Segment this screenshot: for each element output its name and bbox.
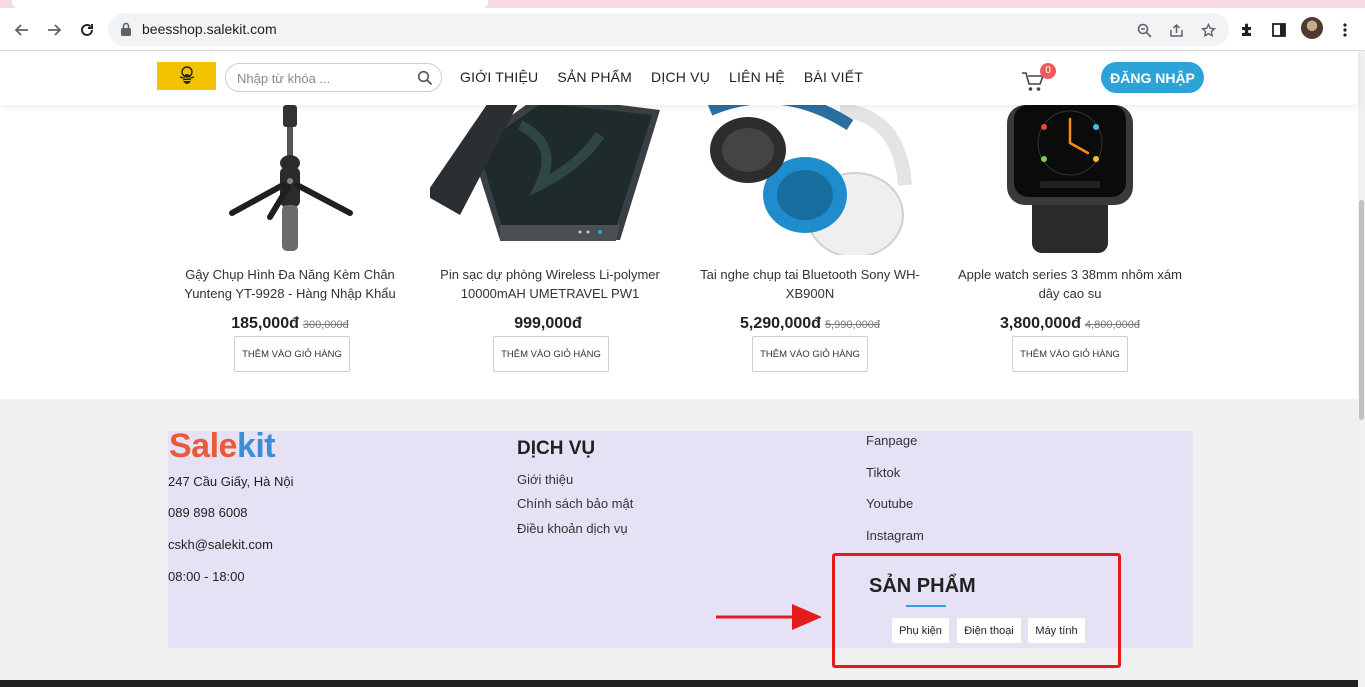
address-bar[interactable]: beesshop.salekit.com bbox=[108, 13, 1229, 46]
product-name[interactable]: Apple watch series 3 38mm nhôm xám dây c… bbox=[950, 265, 1190, 303]
search-box bbox=[225, 63, 442, 92]
footer-phone[interactable]: 089 898 6008 bbox=[168, 505, 248, 520]
bee-icon bbox=[179, 66, 194, 84]
browser-toolbar: beesshop.salekit.com bbox=[0, 8, 1365, 51]
footer-services-title: DỊCH VỤ bbox=[517, 438, 596, 459]
add-to-cart-button[interactable]: THÊM VÀO GIỎ HÀNG bbox=[752, 336, 868, 372]
product-price-row: 999,000đ bbox=[430, 315, 670, 333]
sidepanel-icon[interactable] bbox=[1266, 17, 1292, 43]
highlight-box bbox=[832, 553, 1121, 668]
footer-logo-part-2: kit bbox=[236, 427, 276, 465]
product-card[interactable]: Gậy Chụp Hình Đa Năng Kèm Chân Yunteng Y… bbox=[170, 105, 410, 399]
browser-tab-strip bbox=[0, 0, 1365, 8]
cart-count-badge: 0 bbox=[1040, 63, 1056, 79]
product-image-headphones[interactable] bbox=[690, 105, 930, 255]
site-header: GIỚI THIỆU SẢN PHẨM DỊCH VỤ LIÊN HỆ BÀI … bbox=[0, 51, 1358, 105]
footer-email[interactable]: cskh@salekit.com bbox=[168, 537, 273, 552]
footer-link-dieu-khoan[interactable]: Điều khoản dịch vụ bbox=[517, 521, 628, 536]
footer-link-fanpage[interactable]: Fanpage bbox=[866, 433, 917, 448]
menu-item-dich-vu[interactable]: DỊCH VỤ bbox=[651, 69, 710, 85]
back-icon[interactable] bbox=[9, 17, 35, 43]
search-icon[interactable] bbox=[417, 70, 433, 86]
product-price-row: 3,800,000đ 4,800,000đ bbox=[950, 315, 1190, 333]
product-price-row: 5,290,000đ 5,990,000đ bbox=[690, 315, 930, 333]
footer-logo[interactable]: Salekit bbox=[169, 427, 276, 465]
product-price: 185,000đ bbox=[231, 315, 299, 332]
product-old-price: 5,990,000đ bbox=[824, 319, 880, 331]
main-menu: GIỚI THIỆU SẢN PHẨM DỊCH VỤ LIÊN HỆ BÀI … bbox=[460, 69, 863, 85]
forward-icon[interactable] bbox=[41, 17, 67, 43]
menu-item-san-pham[interactable]: SẢN PHẨM bbox=[557, 69, 632, 85]
profile-avatar[interactable] bbox=[1301, 17, 1323, 39]
footer-link-gioi-thieu[interactable]: Giới thiệu bbox=[517, 472, 573, 487]
product-price: 3,800,000đ bbox=[999, 315, 1081, 332]
footer-link-tiktok[interactable]: Tiktok bbox=[866, 465, 900, 480]
login-button[interactable]: ĐĂNG NHẬP bbox=[1101, 62, 1204, 93]
product-image-watch[interactable] bbox=[950, 105, 1190, 255]
product-old-price: 4,800,000đ bbox=[1084, 319, 1140, 331]
product-price-row: 185,000đ 300,000đ bbox=[170, 315, 410, 333]
product-card[interactable]: Pin sạc dự phòng Wireless Li-polymer 100… bbox=[430, 105, 670, 399]
product-name[interactable]: Pin sạc dự phòng Wireless Li-polymer 100… bbox=[430, 265, 670, 303]
red-arrow-icon bbox=[716, 604, 822, 630]
share-icon[interactable] bbox=[1165, 19, 1187, 41]
product-price: 999,000đ bbox=[514, 315, 582, 332]
lock-icon bbox=[121, 22, 131, 36]
product-price: 5,290,000đ bbox=[739, 315, 821, 332]
browser-tab[interactable] bbox=[12, 0, 488, 8]
site-logo[interactable] bbox=[157, 62, 216, 90]
footer-hours: 08:00 - 18:00 bbox=[168, 569, 245, 584]
menu-item-bai-viet[interactable]: BÀI VIẾT bbox=[804, 69, 863, 85]
product-card[interactable]: Apple watch series 3 38mm nhôm xám dây c… bbox=[950, 105, 1190, 399]
footer-address: 247 Cầu Giấy, Hà Nội bbox=[168, 474, 294, 489]
extensions-icon[interactable] bbox=[1234, 17, 1260, 43]
product-grid: Gậy Chụp Hình Đa Năng Kèm Chân Yunteng Y… bbox=[0, 105, 1358, 399]
menu-item-lien-he[interactable]: LIÊN HỆ bbox=[729, 69, 785, 85]
product-card[interactable]: Tai nghe chụp tai Bluetooth Sony WH-XB90… bbox=[690, 105, 930, 399]
footer-link-chinh-sach[interactable]: Chính sách bảo mật bbox=[517, 496, 633, 511]
product-image-tripod[interactable] bbox=[170, 105, 410, 255]
footer-logo-part-1: Sale bbox=[169, 427, 237, 465]
more-icon[interactable] bbox=[1332, 17, 1358, 43]
product-old-price: 300,000đ bbox=[302, 319, 349, 331]
footer-link-instagram[interactable]: Instagram bbox=[866, 528, 924, 543]
scrollbar-thumb[interactable] bbox=[1359, 200, 1364, 420]
reload-icon[interactable] bbox=[74, 17, 100, 43]
address-url[interactable]: beesshop.salekit.com bbox=[142, 21, 277, 37]
add-to-cart-button[interactable]: THÊM VÀO GIỎ HÀNG bbox=[234, 336, 350, 372]
add-to-cart-button[interactable]: THÊM VÀO GIỎ HÀNG bbox=[1012, 336, 1128, 372]
search-input[interactable] bbox=[237, 68, 412, 88]
footer-bottom-bar bbox=[0, 680, 1358, 687]
add-to-cart-button[interactable]: THÊM VÀO GIỎ HÀNG bbox=[493, 336, 609, 372]
product-name[interactable]: Gậy Chụp Hình Đa Năng Kèm Chân Yunteng Y… bbox=[170, 265, 410, 303]
product-image-powerbank[interactable] bbox=[430, 105, 670, 255]
product-name[interactable]: Tai nghe chụp tai Bluetooth Sony WH-XB90… bbox=[690, 265, 930, 303]
footer-link-youtube[interactable]: Youtube bbox=[866, 496, 913, 511]
star-icon[interactable] bbox=[1197, 19, 1219, 41]
zoom-icon[interactable] bbox=[1133, 19, 1155, 41]
menu-item-gioi-thieu[interactable]: GIỚI THIỆU bbox=[460, 69, 538, 85]
